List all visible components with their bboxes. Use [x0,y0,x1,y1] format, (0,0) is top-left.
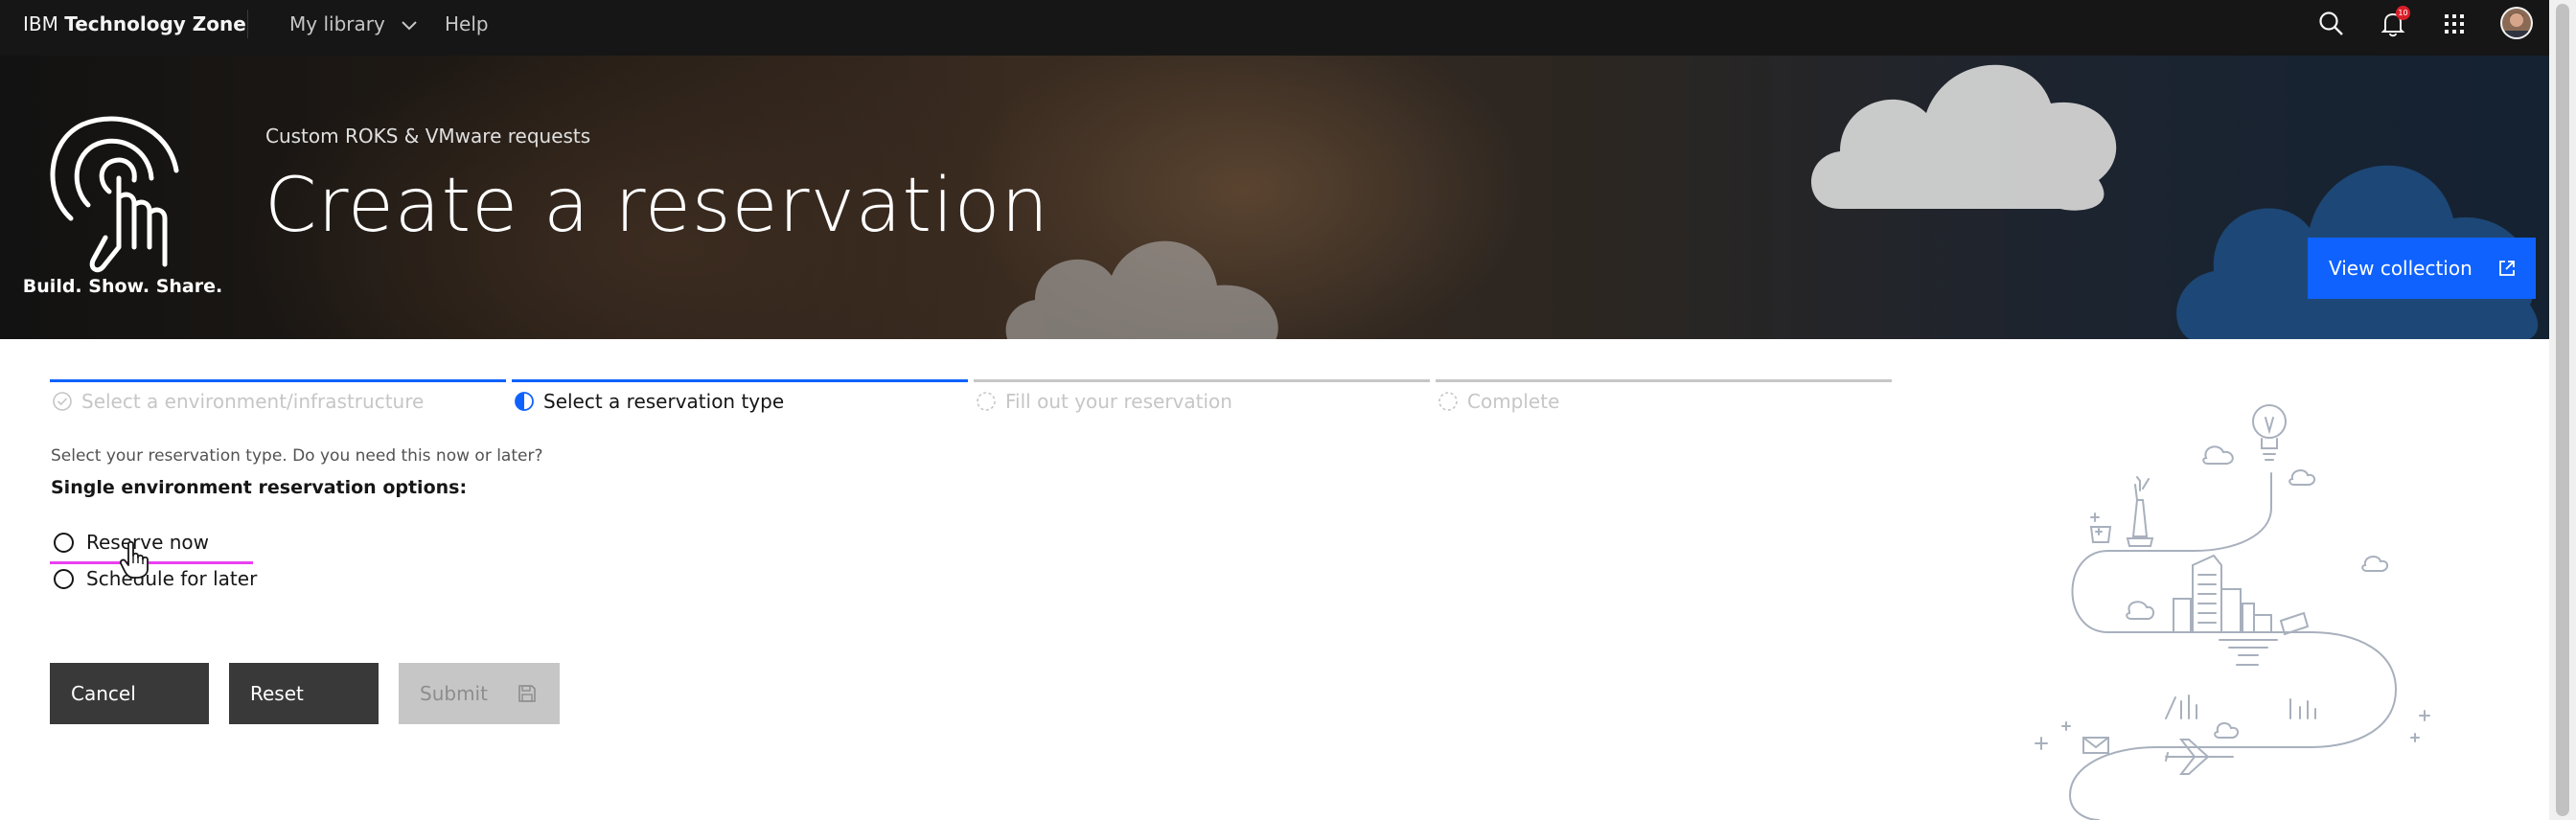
reset-button[interactable]: Reset [229,663,379,724]
scrollbar-thumb[interactable] [2556,4,2569,816]
progress-step-complete[interactable]: Complete [1436,379,1898,418]
reservation-options-legend: Single environment reservation options: [51,477,468,498]
my-library-menu[interactable]: My library [289,0,418,48]
top-navigation-bar: IBM Technology Zone My library Help 10 [0,0,2549,56]
app-switcher-icon[interactable] [2438,8,2471,40]
brand-prefix: IBM [23,12,58,35]
radio-button-circle[interactable] [54,569,74,589]
radio-schedule-for-later[interactable]: Schedule for later [50,565,261,596]
progress-step-bar [512,379,968,382]
my-library-label: My library [289,12,385,35]
hero-tagline: Build. Show. Share. [22,276,223,297]
incomplete-step-icon [977,392,996,411]
progress-step-label: Select a environment/infrastructure [81,390,425,413]
hero-banner: Build. Show. Share. Custom ROKS & VMware… [0,56,2549,339]
brand-logo[interactable]: IBM Technology Zone [23,0,246,56]
progress-step-reservation-type[interactable]: Select a reservation type [512,379,974,418]
cancel-button[interactable]: Cancel [50,663,209,724]
hover-underline [50,561,253,564]
avatar[interactable] [2499,6,2534,40]
checkmark-outline-icon [53,392,72,411]
vertical-scrollbar[interactable] [2549,0,2576,820]
external-link-icon [2499,261,2515,276]
progress-step-bar [1436,379,1892,382]
progress-step-bar [974,379,1430,382]
submit-button[interactable]: Submit [399,663,560,724]
progress-step-environment[interactable]: Select a environment/infrastructure [50,379,512,418]
radio-label: Schedule for later [86,567,258,590]
notification-badge: 10 [2396,6,2410,20]
hero-subtitle: Custom ROKS & VMware requests [265,125,591,148]
city-journey-illustration-icon [2035,404,2430,820]
cloud-decoration-icon [2176,165,2539,339]
build-show-share-logo-icon [50,116,179,273]
save-icon [518,685,536,702]
progress-step-label: Select a reservation type [543,390,785,413]
progress-step-label: Complete [1467,390,1560,413]
search-icon[interactable] [2315,8,2348,40]
brand-name: Technology Zone [64,12,246,35]
progress-indicator: Select a environment/infrastructure Sele… [50,379,1898,418]
progress-step-label: Fill out your reservation [1005,390,1232,413]
view-collection-label: View collection [2329,257,2472,280]
submit-label: Submit [420,682,488,705]
half-circle-current-icon [515,392,534,411]
progress-step-bar [50,379,506,382]
incomplete-step-icon [1438,392,1458,411]
progress-step-fill-out[interactable]: Fill out your reservation [974,379,1436,418]
help-link[interactable]: Help [445,0,489,48]
page-title: Create a reservation [264,163,1049,249]
view-collection-button[interactable]: View collection [2308,238,2536,299]
reservation-type-prompt: Select your reservation type. Do you nee… [51,446,543,466]
radio-button-circle[interactable] [54,533,74,553]
header-divider [247,10,248,38]
cloud-decoration-icon [1811,64,2117,211]
hand-pointer-cursor-icon [119,540,149,579]
notification-icon[interactable]: 10 [2377,6,2410,40]
chevron-down-icon [402,20,417,30]
